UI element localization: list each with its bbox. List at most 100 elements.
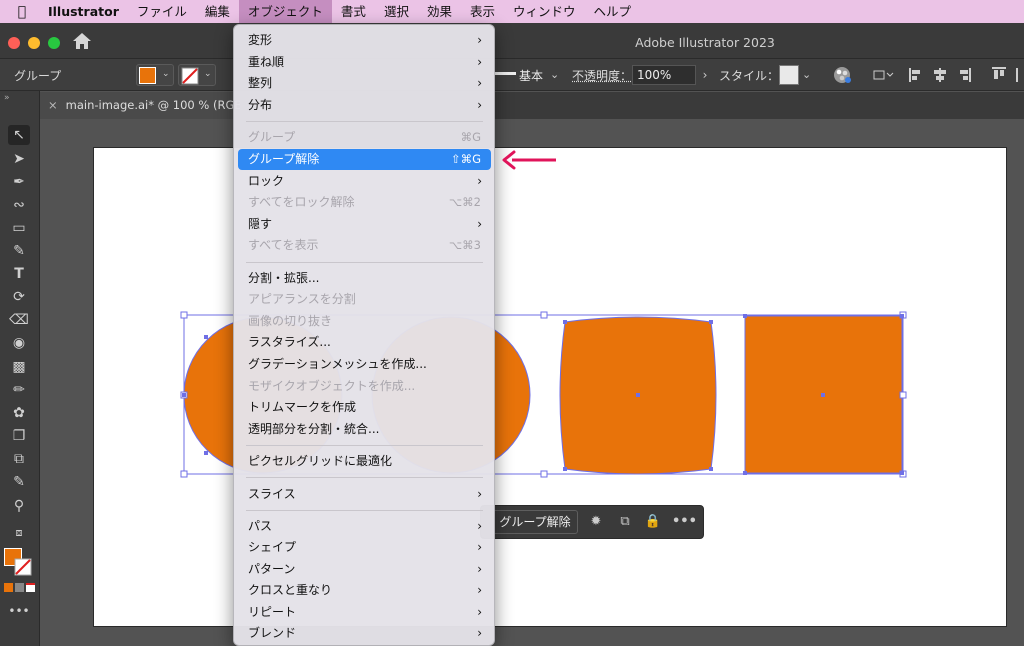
stroke-color-picker[interactable]: ⌄	[178, 64, 216, 86]
graphic-style-label: スタイル：	[719, 69, 780, 83]
menu-edit[interactable]: 編集	[196, 0, 239, 23]
curvature-tool-icon[interactable]: ∾	[8, 195, 30, 215]
opacity-label[interactable]: 不透明度：	[572, 67, 632, 84]
chevron-down-icon: ⌄	[204, 69, 212, 79]
menu-separator	[246, 262, 483, 263]
zoom-window-button[interactable]	[48, 37, 60, 49]
menu-item-rasterize[interactable]: ラスタライズ...	[238, 332, 491, 353]
menu-separator	[246, 477, 483, 478]
menu-item-align[interactable]: 整列 ›	[238, 73, 491, 94]
menu-item-arrange[interactable]: 重ね順 ›	[238, 52, 491, 73]
stroke-indicator[interactable]	[14, 558, 32, 576]
menu-separator	[246, 121, 483, 122]
gradient-tool-icon[interactable]: ▩	[8, 357, 30, 377]
recolor-artwork-icon[interactable]	[832, 65, 852, 85]
menu-item-slice[interactable]: スライス ›	[238, 484, 491, 505]
stroke-style-value[interactable]: 基本	[519, 67, 543, 84]
direct-selection-tool-icon[interactable]: ➤	[8, 149, 30, 169]
chevron-right-icon: ›	[477, 76, 482, 90]
menu-window[interactable]: ウィンドウ	[504, 0, 585, 23]
no-stroke-icon	[181, 67, 199, 85]
more-tools-icon[interactable]: •••	[8, 601, 30, 621]
menu-item-make-pixel-perfect[interactable]: ピクセルグリッドに最適化	[238, 451, 491, 472]
menu-item-shape[interactable]: シェイプ ›	[238, 537, 491, 558]
pen-tool-icon[interactable]: ✒	[8, 172, 30, 192]
menu-item-path[interactable]: パス ›	[238, 516, 491, 537]
selection-type-label: グループ	[14, 69, 62, 83]
pencil-tool-icon[interactable]: ✎	[8, 472, 30, 492]
menu-item-show-all: すべてを表示 ⌥⌘3	[248, 238, 481, 252]
mac-menubar:  Illustrator ファイル 編集 オブジェクト 書式 選択 効果 表示…	[0, 0, 1024, 23]
align-icons[interactable]	[908, 66, 1024, 84]
zoom-tool-icon[interactable]: ⚲	[8, 496, 30, 516]
more-options-icon[interactable]: •••	[672, 511, 697, 533]
graphic-style-swatch[interactable]	[779, 65, 799, 85]
live-paint-tool-icon[interactable]: ❐	[8, 426, 30, 446]
menu-separator	[246, 445, 483, 446]
artboard-tool-icon[interactable]: ⧉	[8, 449, 30, 469]
selection-tool-icon[interactable]: ↖	[8, 125, 30, 145]
menu-separator	[246, 510, 483, 511]
app-menu[interactable]: Illustrator	[44, 0, 128, 23]
menu-type[interactable]: 書式	[332, 0, 375, 23]
chevron-right-icon: ›	[477, 33, 482, 47]
menu-effect[interactable]: 効果	[418, 0, 461, 23]
close-window-button[interactable]	[8, 37, 20, 49]
opacity-input[interactable]: 100%	[632, 65, 696, 85]
collapse-panel-icon[interactable]: »	[4, 93, 10, 103]
menu-item-intertwine[interactable]: クロスと重なり ›	[238, 580, 491, 601]
ungroup-button[interactable]: グループ解除	[492, 510, 578, 534]
home-icon[interactable]	[72, 32, 92, 50]
chevron-right-icon: ›	[477, 217, 482, 231]
minimize-window-button[interactable]	[28, 37, 40, 49]
lock-icon[interactable]: 🔒	[643, 511, 663, 533]
menu-item-expand-appearance: アピアランスを分割	[248, 292, 356, 306]
menu-item-repeat[interactable]: リピート ›	[238, 602, 491, 623]
chevron-right-icon[interactable]: ›	[698, 65, 712, 85]
title-bar	[0, 23, 1024, 59]
menu-item-create-trim-marks[interactable]: トリムマークを作成	[238, 397, 491, 418]
default-colors-icon[interactable]: ⧈	[8, 523, 30, 543]
color-mode-icons[interactable]	[4, 583, 36, 592]
menu-item-create-gradient-mesh[interactable]: グラデーションメッシュを作成...	[238, 354, 491, 375]
chevron-right-icon: ›	[477, 626, 482, 640]
isolate-group-icon[interactable]: ✹	[586, 511, 606, 533]
transform-icon[interactable]	[872, 68, 894, 82]
tools-panel: » ↖ ➤ ✒ ∾ ▭ ✎ T ⟳ ⌫ ◉ ▩ ✏ ✿ ❐ ⧉ ✎ ⚲ ⧈ ••…	[0, 91, 40, 646]
menu-select[interactable]: 選択	[375, 0, 418, 23]
chevron-down-icon[interactable]: ⌄	[802, 68, 811, 81]
chevron-down-icon[interactable]: ⌄	[550, 68, 559, 81]
fill-color-picker[interactable]: ⌄	[136, 64, 174, 86]
rectangle-tool-icon[interactable]: ▭	[8, 218, 30, 238]
paintbrush-tool-icon[interactable]: ✎	[8, 241, 30, 261]
menu-item-group: グループ ⌘G	[248, 130, 481, 144]
menu-item-create-object-mosaic: モザイクオブジェクトを作成...	[248, 379, 416, 393]
menu-help[interactable]: ヘルプ	[585, 0, 641, 23]
apple-icon[interactable]: 	[0, 4, 44, 20]
eraser-tool-icon[interactable]: ⌫	[8, 310, 30, 330]
document-tab-title: main-image.ai* @ 100 % (RGB/プ	[65, 98, 240, 112]
menu-view[interactable]: 表示	[461, 0, 504, 23]
menu-item-ungroup[interactable]: グループ解除 ⇧⌘G	[238, 149, 491, 170]
menu-item-blend[interactable]: ブレンド ›	[238, 623, 491, 644]
close-tab-icon[interactable]: ×	[48, 98, 58, 112]
fill-swatch	[139, 67, 156, 84]
symbol-sprayer-tool-icon[interactable]: ✿	[8, 403, 30, 423]
menu-file[interactable]: ファイル	[128, 0, 196, 23]
chevron-right-icon: ›	[477, 605, 482, 619]
rotate-tool-icon[interactable]: ⟳	[8, 287, 30, 307]
menu-item-flatten-transparency[interactable]: 透明部分を分割・統合...	[238, 419, 491, 440]
shape-builder-tool-icon[interactable]: ◉	[8, 333, 30, 353]
chevron-right-icon: ›	[477, 540, 482, 554]
eyedropper-tool-icon[interactable]: ✏	[8, 380, 30, 400]
menu-item-distribute[interactable]: 分布 ›	[238, 95, 491, 116]
menu-item-lock[interactable]: ロック ›	[238, 171, 491, 192]
menu-item-expand[interactable]: 分割・拡張...	[238, 268, 491, 289]
document-tab[interactable]: × main-image.ai* @ 100 % (RGB/プ	[40, 92, 240, 119]
menu-item-hide[interactable]: 隠す ›	[238, 214, 491, 235]
menu-item-pattern[interactable]: パターン ›	[238, 559, 491, 580]
type-tool-icon[interactable]: T	[8, 264, 30, 284]
menu-object[interactable]: オブジェクト	[238, 0, 332, 23]
menu-item-transform[interactable]: 変形 ›	[238, 30, 491, 51]
duplicate-icon[interactable]: ⧉	[615, 511, 635, 533]
